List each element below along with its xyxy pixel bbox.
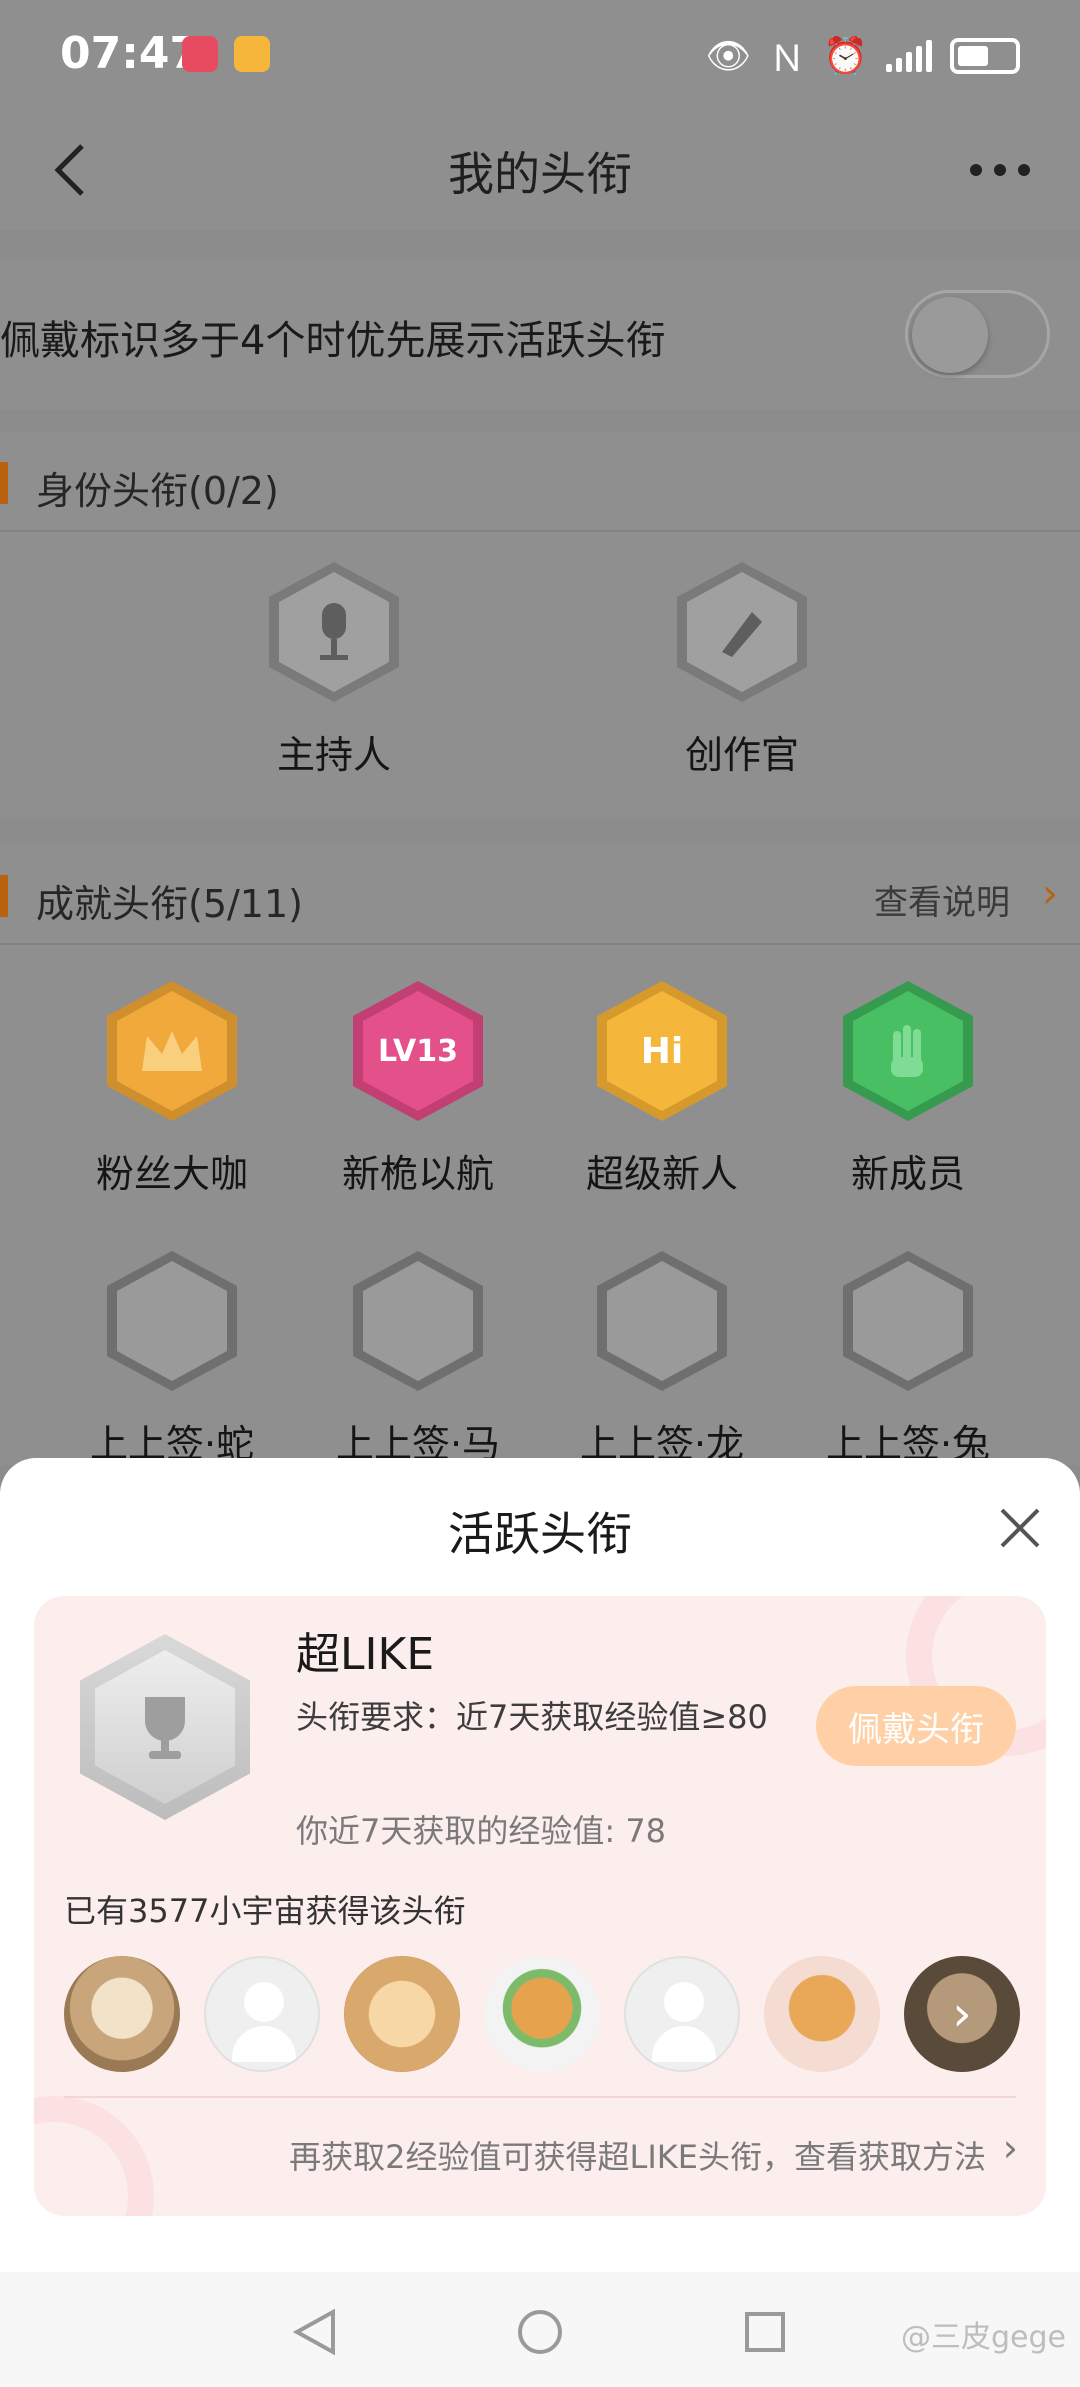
badge-label: 超级新人 <box>585 1152 738 1196</box>
close-button[interactable] <box>990 1498 1050 1558</box>
badge-name: 超LIKE <box>296 1629 435 1680</box>
dragon-icon <box>607 1261 717 1381</box>
owners-count: 已有3577小宇宙获得该头衔 <box>64 1892 466 1930</box>
chevron-right-icon[interactable]: › <box>1042 871 1058 917</box>
toggle-knob <box>912 297 988 373</box>
more-dots-icon <box>970 164 982 176</box>
avatar[interactable] <box>64 1956 180 2072</box>
close-icon <box>1000 1508 1040 1548</box>
section-title: 成就头衔(5/11) <box>36 882 303 926</box>
notification-app-icon <box>182 36 218 72</box>
badge-label: 主持人 <box>276 733 391 777</box>
badge-label: 新成员 <box>850 1152 965 1196</box>
status-time: 07:47 <box>60 28 201 79</box>
nfc-icon: Ｎ <box>769 39 806 80</box>
page-title: 我的头衔 <box>448 147 632 201</box>
level-icon: LV13 <box>363 991 473 1111</box>
system-home-button[interactable] <box>510 2302 570 2362</box>
more-avatars-button[interactable]: › <box>904 1956 1020 2072</box>
chevron-right-icon: › <box>952 1986 972 2042</box>
square-recents-icon <box>745 2312 785 2352</box>
divider <box>64 2096 1016 2098</box>
battery-icon <box>950 38 1020 74</box>
snake-icon <box>117 1261 227 1381</box>
avatar[interactable] <box>344 1956 460 2072</box>
triangle-back-icon <box>293 2308 335 2356</box>
rabbit-icon <box>853 1261 963 1381</box>
signal-icon <box>886 40 932 72</box>
status-bar: 07:47 👁 Ｎ ⏰ <box>0 0 1080 110</box>
badge-creator[interactable]: 创作官 <box>642 562 842 779</box>
microphone-icon <box>279 572 389 692</box>
badge-new-member[interactable]: 新成员 <box>808 981 1008 1198</box>
badge-fans-star[interactable]: 粉丝大咖 <box>72 981 272 1198</box>
active-badge-priority-row: 佩戴标识多于4个时优先展示活跃头衔 <box>0 260 1080 410</box>
section-accent-bar <box>0 462 8 504</box>
writer-icon <box>687 572 797 692</box>
decoration <box>34 2096 154 2216</box>
owner-avatars: › <box>64 1956 1024 2076</box>
avatar[interactable] <box>624 1956 740 2072</box>
circle-home-icon <box>518 2310 562 2354</box>
badge-label: 粉丝大咖 <box>95 1152 248 1196</box>
achievement-section: 成就头衔(5/11) 查看说明 › 粉丝大咖 LV13 新桅以航 Hi 超级新人 <box>0 845 1080 1468</box>
avatar[interactable] <box>204 1956 320 2072</box>
section-accent-bar <box>0 875 8 917</box>
horse-icon <box>363 1261 473 1381</box>
system-back-button[interactable] <box>285 2302 345 2362</box>
badge-sail[interactable]: LV13 新桅以航 <box>318 981 518 1198</box>
badge-detail-card: 超LIKE 头衔要求：近7天获取经验值≥80 你近7天获取的经验值: 78 佩戴… <box>34 1596 1046 2216</box>
badge-requirement: 头衔要求：近7天获取经验值≥80 <box>296 1698 768 1736</box>
avatar[interactable] <box>764 1956 880 2072</box>
badge-super-newbie[interactable]: Hi 超级新人 <box>562 981 762 1198</box>
crown-icon <box>117 991 227 1111</box>
nav-bar: 我的头衔 <box>0 110 1080 230</box>
badge-host[interactable]: 主持人 <box>234 562 434 779</box>
section-header: 身份头衔(0/2) <box>0 432 1080 532</box>
badge-lucky-horse[interactable]: 上上签·马 <box>318 1251 518 1468</box>
alarm-icon: ⏰ <box>823 36 868 77</box>
watermark: @三皮gege <box>901 2320 1066 2355</box>
badge-lucky-rabbit[interactable]: 上上签·兔 <box>808 1251 1008 1468</box>
my-experience: 你近7天获取的经验值: 78 <box>296 1812 667 1850</box>
avatar[interactable] <box>484 1956 600 2072</box>
badge-label: 创作官 <box>684 733 799 777</box>
badge-label: 新桅以航 <box>341 1152 494 1196</box>
priority-toggle[interactable] <box>905 290 1050 378</box>
section-title: 身份头衔(0/2) <box>36 469 279 513</box>
chevron-right-icon[interactable]: › <box>1003 2126 1018 2170</box>
system-nav-bar: @三皮gege <box>0 2272 1080 2387</box>
badge-lucky-snake[interactable]: 上上签·蛇 <box>72 1251 272 1468</box>
hand-icon <box>853 991 963 1111</box>
weibo-icon <box>234 36 270 72</box>
wear-badge-button[interactable]: 佩戴头衔 <box>816 1686 1016 1766</box>
system-recents-button[interactable] <box>735 2302 795 2362</box>
badge-lucky-dragon[interactable]: 上上签·龙 <box>562 1251 762 1468</box>
status-icons: 👁 Ｎ ⏰ <box>705 30 1020 82</box>
trophy-icon <box>145 1697 185 1759</box>
view-description-link[interactable]: 查看说明 <box>874 875 1010 924</box>
more-button[interactable] <box>960 150 1040 190</box>
active-badge-sheet: 活跃头衔 超LIKE 头衔要求：近7天获取经验值≥80 你近7天获取的经验值: … <box>0 1458 1080 2272</box>
section-header: 成就头衔(5/11) 查看说明 › <box>0 845 1080 945</box>
hi-icon: Hi <box>607 991 717 1111</box>
trophy-badge <box>80 1634 250 1820</box>
eye-icon: 👁 <box>705 36 752 77</box>
how-to-get-link[interactable]: 再获取2经验值可获得超LIKE头衔，查看获取方法 <box>289 2132 986 2178</box>
identity-section: 身份头衔(0/2) 主持人 创作官 <box>0 432 1080 817</box>
sheet-title: 活跃头衔 <box>448 1507 632 1561</box>
toggle-label: 佩戴标识多于4个时优先展示活跃头衔 <box>0 318 666 364</box>
